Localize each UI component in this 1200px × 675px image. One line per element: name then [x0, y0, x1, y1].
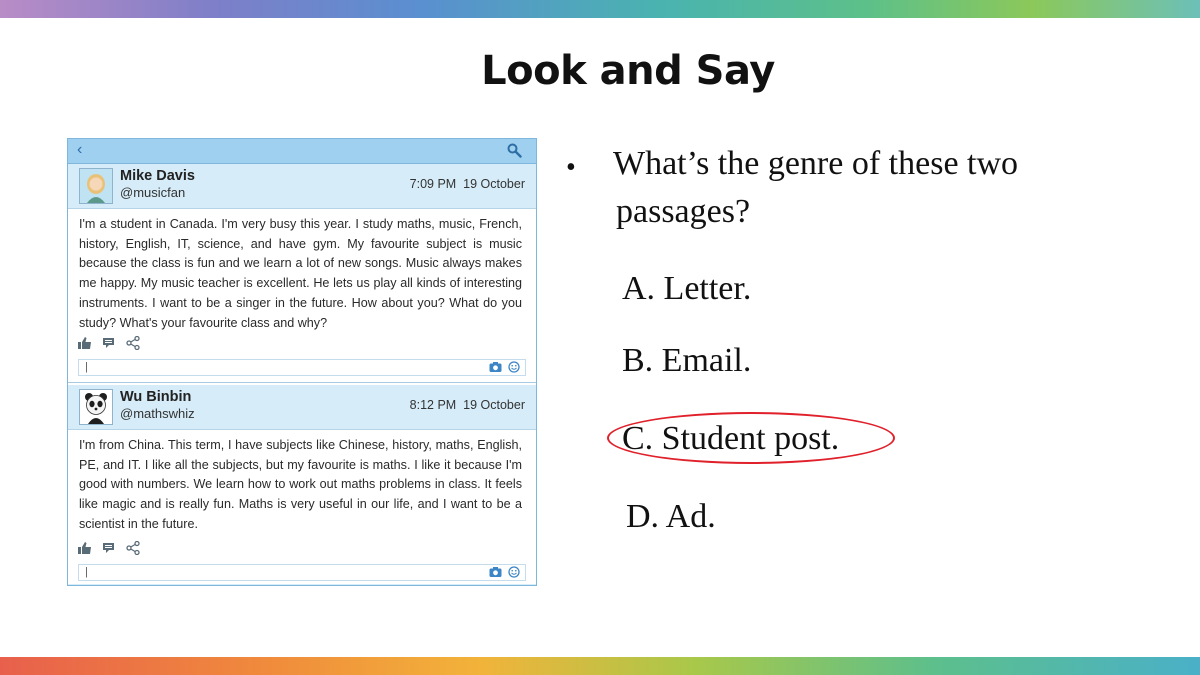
question-bullet: •	[566, 152, 576, 183]
comment-cursor: |	[85, 566, 88, 578]
post-time: 7:09 PM	[409, 177, 457, 191]
post-divider	[68, 382, 536, 383]
like-icon[interactable]	[78, 337, 92, 349]
post-date: 19 October	[463, 177, 525, 191]
comment-cursor: |	[85, 361, 88, 373]
share-icon[interactable]	[126, 336, 140, 350]
post-actions	[78, 336, 140, 350]
post-actions	[78, 541, 140, 555]
question-line-1: What’s the genre of these two	[613, 145, 1019, 182]
feed-top-bar: ‹	[68, 139, 536, 164]
correct-answer-circle	[607, 412, 895, 464]
option-b[interactable]: B. Email.	[622, 342, 751, 380]
post-text: I'm from China. This term, I have subjec…	[68, 429, 536, 584]
camera-icon[interactable]	[489, 566, 502, 578]
post-timestamp: 7:09 PM 19 October	[410, 177, 525, 191]
post-author-name[interactable]: Mike Davis	[120, 168, 195, 184]
post-header: Mike Davis @musicfan 7:09 PM 19 October	[68, 164, 536, 208]
top-color-band	[0, 0, 1200, 18]
slide-title: Look and Say	[481, 48, 775, 94]
question-line-2: passages?	[616, 193, 751, 230]
post-timestamp: 8:12 PM 19 October	[410, 398, 525, 412]
emoji-icon[interactable]	[508, 361, 520, 373]
post-author-handle: @mathswhiz	[120, 406, 195, 421]
comment-icon[interactable]	[102, 542, 116, 554]
question-text: What’s the genre of these two passages?	[613, 140, 1123, 236]
search-icon[interactable]	[507, 143, 522, 158]
post-author-handle: @musicfan	[120, 185, 186, 200]
option-d[interactable]: D. Ad.	[626, 498, 716, 536]
bottom-color-band	[0, 657, 1200, 675]
comment-input[interactable]: |	[78, 359, 526, 376]
like-icon[interactable]	[78, 542, 92, 554]
post-date: 19 October	[463, 398, 525, 412]
post-time: 8:12 PM	[409, 398, 457, 412]
option-a[interactable]: A. Letter.	[622, 270, 751, 308]
post-author-name[interactable]: Wu Binbin	[120, 389, 191, 405]
share-icon[interactable]	[126, 541, 140, 555]
back-chevron-icon[interactable]: ‹	[77, 141, 82, 159]
comment-input[interactable]: |	[78, 564, 526, 581]
girl-avatar-icon	[79, 168, 113, 204]
camera-icon[interactable]	[489, 361, 502, 373]
post-header: Wu Binbin @mathswhiz 8:12 PM 19 October	[68, 385, 536, 429]
comment-icon[interactable]	[102, 337, 116, 349]
social-feed-panel: ‹ Mike Davis @musicfan 7:09 PM 19 Octobe…	[67, 138, 537, 586]
emoji-icon[interactable]	[508, 566, 520, 578]
panda-avatar-icon	[79, 389, 113, 425]
